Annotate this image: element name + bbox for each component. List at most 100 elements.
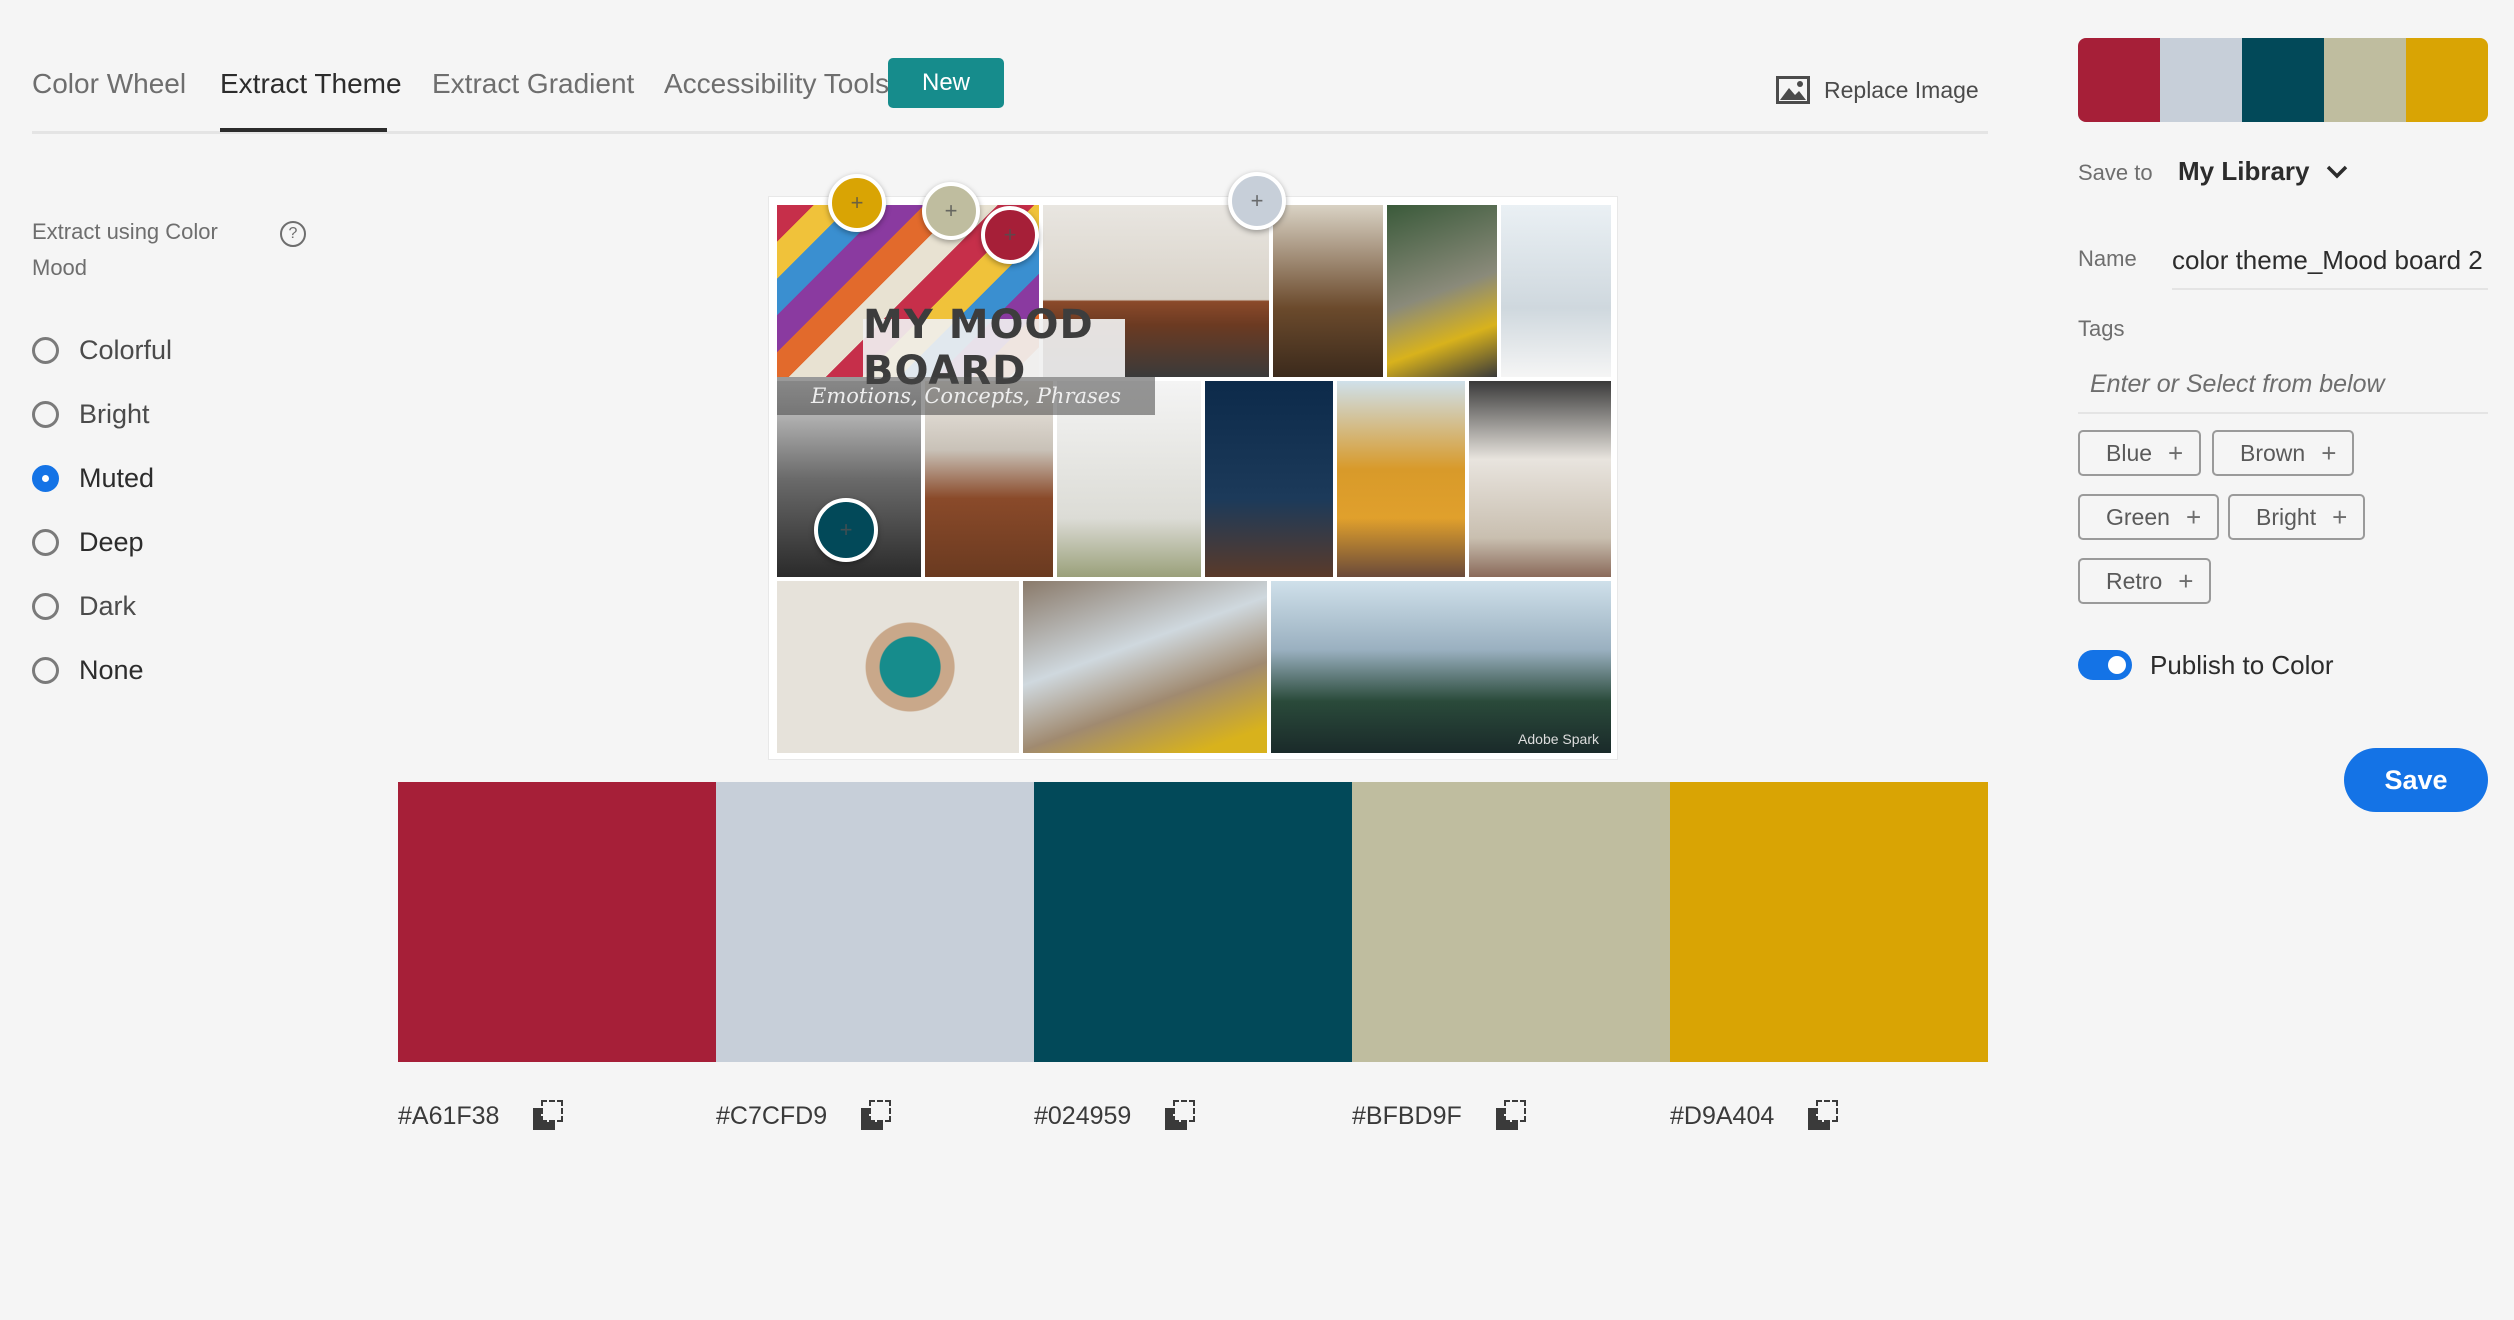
swatch-1[interactable] — [398, 782, 716, 1062]
photo-road — [1387, 205, 1497, 377]
library-value: My Library — [2178, 156, 2310, 186]
help-icon[interactable]: ? — [280, 221, 306, 247]
photo-bottles — [1273, 205, 1383, 377]
replace-image-label: Replace Image — [1824, 76, 1979, 103]
mood-option-label: Deep — [79, 526, 144, 557]
hex-item-5: #D9A404 — [1670, 1100, 1988, 1132]
plus-icon: + — [2178, 566, 2194, 596]
save-to-label: Save to — [2078, 160, 2153, 185]
tag-label: Green — [2106, 503, 2170, 530]
theme-preview-swatch-2 — [2160, 38, 2242, 122]
theme-preview-swatch-3 — [2242, 38, 2324, 122]
copy-icon[interactable] — [533, 1100, 565, 1132]
theme-preview-swatch-4 — [2324, 38, 2406, 122]
theme-name-input[interactable] — [2172, 232, 2488, 290]
theme-preview — [2078, 38, 2488, 122]
tab-color-wheel[interactable]: Color Wheel — [32, 68, 186, 100]
replace-image-button[interactable]: Replace Image — [1776, 76, 1979, 104]
copy-icon[interactable] — [1165, 1100, 1197, 1132]
hex-item-3: #024959 — [1034, 1100, 1352, 1132]
radio-icon — [32, 656, 59, 684]
hex-value[interactable]: #D9A404 — [1670, 1102, 1774, 1131]
radio-icon — [32, 592, 59, 620]
extract-mood-label: Extract using Color Mood — [32, 219, 218, 280]
photo-night-sky — [1205, 381, 1333, 577]
tag-label: Bright — [2256, 503, 2317, 530]
image-icon — [1776, 76, 1810, 104]
theme-preview-swatch-5 — [2406, 38, 2488, 122]
copy-icon[interactable] — [1808, 1100, 1840, 1132]
color-picker-1[interactable]: + — [981, 206, 1039, 264]
tags-input[interactable] — [2078, 356, 2488, 414]
photo-notebook — [1469, 381, 1611, 577]
hex-value[interactable]: #024959 — [1034, 1102, 1131, 1131]
mood-option-label: None — [79, 654, 144, 685]
plus-icon: + — [2185, 502, 2202, 532]
plus-icon: + — [2332, 502, 2348, 532]
mood-radio-group: Colorful Bright Muted Deep Dark None — [32, 318, 172, 702]
save-button[interactable]: Save — [2344, 748, 2488, 812]
hex-item-1: #A61F38 — [398, 1100, 716, 1132]
hex-item-2: #C7CFD9 — [716, 1100, 1034, 1132]
tag-bright[interactable]: Bright + — [2228, 494, 2366, 540]
tag-label: Blue — [2106, 439, 2153, 466]
color-picker-2[interactable]: + — [1228, 172, 1286, 230]
mood-option-label: Muted — [79, 462, 155, 493]
watermark-text: Adobe Spark — [1518, 731, 1599, 747]
active-tab-indicator — [220, 128, 387, 132]
color-picker-5[interactable]: + — [828, 174, 886, 232]
mood-option-none[interactable]: None — [32, 638, 172, 702]
new-badge: New — [888, 58, 1004, 108]
board-title-text: MY MOOD BOARD — [863, 302, 1125, 394]
swatch-4[interactable] — [1352, 782, 1670, 1062]
hex-item-4: #BFBD9F — [1352, 1100, 1670, 1132]
tag-green[interactable]: Green + — [2078, 494, 2220, 540]
mood-option-colorful[interactable]: Colorful — [32, 318, 172, 382]
mood-option-deep[interactable]: Deep — [32, 510, 172, 574]
swatch-2[interactable] — [716, 782, 1034, 1062]
mood-board-title: MY MOOD BOARD Emotions, Concepts, Phrase… — [777, 302, 1197, 415]
tab-extract-gradient[interactable]: Extract Gradient — [432, 68, 634, 100]
theme-preview-swatch-1 — [2078, 38, 2160, 122]
photo-chairs — [1023, 581, 1267, 753]
plus-icon: + — [2168, 438, 2184, 468]
tag-blue[interactable]: Blue + — [2078, 430, 2202, 476]
tab-accessibility-tools[interactable]: Accessibility Tools — [664, 68, 889, 100]
radio-icon — [32, 400, 59, 428]
tags-label: Tags — [2078, 316, 2125, 341]
copy-icon[interactable] — [1495, 1100, 1528, 1132]
mood-option-label: Colorful — [79, 334, 173, 365]
swatch-3[interactable] — [1034, 782, 1352, 1062]
color-picker-3[interactable]: + — [814, 498, 878, 562]
photo-coffee — [777, 581, 1019, 753]
hex-value[interactable]: #C7CFD9 — [716, 1102, 827, 1131]
chevron-down-icon — [2326, 165, 2347, 178]
copy-icon[interactable] — [861, 1100, 893, 1132]
theme-swatches — [398, 782, 1988, 1062]
tag-brown[interactable]: Brown + — [2212, 430, 2355, 476]
swatch-5[interactable] — [1670, 782, 1988, 1062]
photo-cabin — [1337, 381, 1465, 577]
color-picker-4[interactable]: + — [922, 182, 980, 240]
hex-value[interactable]: #BFBD9F — [1352, 1102, 1462, 1131]
tag-retro[interactable]: Retro + — [2078, 558, 2212, 604]
tab-extract-theme[interactable]: Extract Theme — [220, 68, 402, 100]
board-subtitle-text: Emotions, Concepts, Phrases — [777, 377, 1155, 415]
radio-icon — [32, 336, 59, 364]
mood-option-dark[interactable]: Dark — [32, 574, 172, 638]
mood-option-bright[interactable]: Bright — [32, 382, 172, 446]
library-dropdown[interactable]: My Library — [2178, 156, 2348, 187]
tab-bar: Color Wheel Extract Theme Extract Gradie… — [32, 40, 1988, 134]
radio-icon — [32, 528, 59, 556]
hex-value[interactable]: #A61F38 — [398, 1102, 499, 1131]
publish-toggle[interactable] — [2078, 650, 2132, 680]
mood-option-label: Bright — [79, 398, 150, 429]
photo-winter — [1501, 205, 1611, 377]
name-label: Name — [2078, 246, 2137, 271]
publish-label: Publish to Color — [2150, 650, 2334, 680]
mood-option-muted[interactable]: Muted — [32, 446, 172, 510]
photo-birdhouses: Adobe Spark — [1271, 581, 1611, 753]
tag-label: Brown — [2240, 439, 2306, 466]
radio-checked-icon — [32, 464, 59, 492]
mood-board-image[interactable]: Adobe Spark MY MOOD BOARD Emotions, Conc… — [768, 196, 1618, 760]
